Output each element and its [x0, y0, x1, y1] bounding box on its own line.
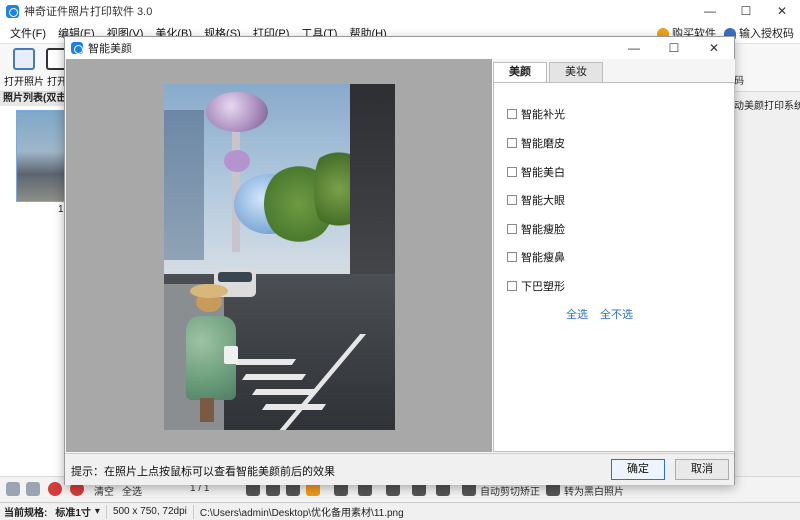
- auto-crop-button[interactable]: 自动剪切矫正: [480, 483, 540, 498]
- photo-person-legs: [200, 398, 214, 422]
- right-partial-text-b: 动美颜打印系统: [734, 101, 800, 112]
- photo-preview-area: [66, 59, 492, 452]
- right-partial-text-a: 码: [734, 76, 744, 87]
- photo-crosswalk-stripe: [241, 374, 307, 380]
- dialog-footer: 提示：在照片上点按鼠标可以查看智能美颜前后的效果 确定 取消: [65, 453, 734, 485]
- photo-crosswalk-stripe: [261, 404, 327, 410]
- tab-makeup[interactable]: 美妆: [549, 62, 603, 82]
- checkbox[interactable]: [507, 138, 517, 148]
- preview-photo[interactable]: [164, 84, 395, 430]
- photo-tower-sphere: [206, 92, 268, 132]
- photo-list-header: 照片列表(双击打: [0, 92, 70, 106]
- file-path: C:\Users\admin\Desktop\优化备用素材\11.png: [199, 508, 404, 519]
- select-all-button[interactable]: 全选: [122, 483, 142, 498]
- checkbox[interactable]: [507, 281, 517, 291]
- menu-file[interactable]: 文件(F): [4, 25, 52, 41]
- status-divider: [192, 504, 194, 519]
- app-title: 神奇证件照片打印软件 3.0: [24, 6, 153, 18]
- dialog-minimize-button[interactable]: —: [614, 37, 654, 59]
- current-spec-value[interactable]: 标准1寸: [51, 504, 95, 519]
- selection-links: 全选 全不选: [566, 306, 633, 322]
- option-smart-big-eyes[interactable]: 智能大眼: [507, 192, 565, 208]
- main-window-controls: — ☐ ✕: [692, 0, 800, 22]
- clear-button[interactable]: 清空: [94, 483, 114, 498]
- dialog-window-controls: — ☐ ✕: [614, 37, 734, 59]
- dropdown-arrow-icon[interactable]: ▾: [95, 506, 100, 517]
- right-panel-partial: 码 动美颜打印系统: [734, 76, 800, 476]
- statusbar: 当前规格: 标准1寸 ▾ 500 x 750, 72dpi C:\Users\a…: [0, 502, 800, 520]
- checkbox[interactable]: [507, 167, 517, 177]
- photo-crosswalk-stripe: [231, 359, 297, 365]
- option-smart-slim-nose[interactable]: 智能瘦鼻: [507, 249, 565, 265]
- open-photo-icon: [13, 48, 35, 70]
- photo-tower-sphere-small: [224, 150, 250, 172]
- to-bw-button[interactable]: 转为黑白照片: [564, 483, 624, 498]
- photo-building-left: [164, 110, 204, 260]
- delete-icon[interactable]: [48, 482, 62, 496]
- dialog-maximize-button[interactable]: ☐: [654, 37, 694, 59]
- select-none-link[interactable]: 全不选: [600, 306, 633, 322]
- checkbox[interactable]: [507, 195, 517, 205]
- move-up-icon[interactable]: [6, 482, 20, 496]
- main-titlebar: 神奇证件照片打印软件 3.0 — ☐ ✕: [0, 0, 800, 22]
- checkbox[interactable]: [507, 109, 517, 119]
- option-smart-fill-light[interactable]: 智能补光: [507, 106, 565, 122]
- status-divider: [105, 504, 107, 519]
- ok-button[interactable]: 确定: [611, 459, 665, 480]
- thumbnail-number: 1: [58, 204, 64, 215]
- cancel-button[interactable]: 取消: [675, 459, 729, 480]
- dialog-logo-icon: [71, 42, 83, 54]
- hint-text: 提示：在照片上点按鼠标可以查看智能美颜前后的效果: [71, 466, 335, 478]
- photo-list: 1: [0, 106, 70, 476]
- minimize-button[interactable]: —: [692, 0, 728, 22]
- open-photo-button[interactable]: 打开照片: [4, 48, 44, 88]
- option-smart-slim-face[interactable]: 智能瘦脸: [507, 221, 565, 237]
- move-down-icon[interactable]: [26, 482, 40, 496]
- select-all-link[interactable]: 全选: [566, 306, 588, 322]
- close-button[interactable]: ✕: [764, 0, 800, 22]
- photo-person-hat: [190, 284, 228, 298]
- checkbox[interactable]: [507, 252, 517, 262]
- photo-crosswalk-stripe: [251, 389, 317, 395]
- beauty-tab-content: 智能补光 智能磨皮 智能美白 智能大眼 智能瘦脸 智能瘦鼻 下巴塑形 全选 全不…: [493, 82, 735, 452]
- smart-beauty-dialog: 智能美颜 — ☐ ✕ 美颜 美妆 智能补光 智能磨皮 智能美白 智能大眼 智能瘦…: [64, 36, 735, 485]
- tab-beauty[interactable]: 美颜: [493, 62, 547, 83]
- option-smart-whitening[interactable]: 智能美白: [507, 164, 565, 180]
- dialog-close-button[interactable]: ✕: [694, 37, 734, 59]
- option-chin-shaping[interactable]: 下巴塑形: [507, 278, 565, 294]
- beauty-options-panel: 美颜 美妆 智能补光 智能磨皮 智能美白 智能大眼 智能瘦脸 智能瘦鼻 下巴塑形…: [493, 59, 735, 452]
- dialog-titlebar: 智能美颜 — ☐ ✕: [65, 37, 734, 59]
- image-size: 500 x 750, 72dpi: [112, 506, 187, 517]
- maximize-button[interactable]: ☐: [728, 0, 764, 22]
- current-spec-label: 当前规格:: [4, 508, 48, 519]
- photo-car-window: [218, 272, 252, 282]
- photo-person-bag: [224, 346, 238, 364]
- photo-thumbnail[interactable]: [16, 110, 66, 202]
- beauty-tabs: 美颜 美妆: [493, 62, 605, 83]
- checkbox[interactable]: [507, 224, 517, 234]
- option-smart-smoothing[interactable]: 智能磨皮: [507, 135, 565, 151]
- dialog-title: 智能美颜: [88, 43, 132, 55]
- app-logo-icon: [6, 4, 19, 18]
